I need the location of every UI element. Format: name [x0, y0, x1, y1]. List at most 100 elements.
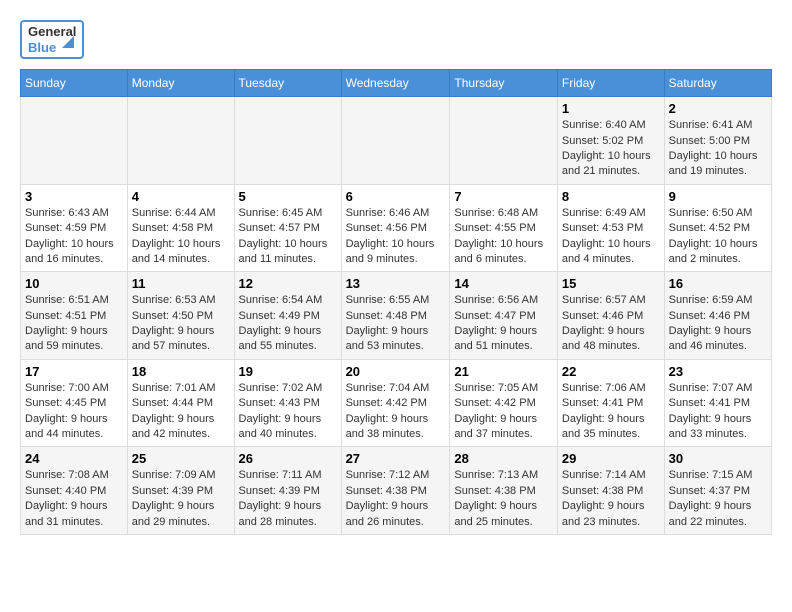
day-number: 1 [562, 101, 660, 116]
day-info: Sunrise: 7:05 AM Sunset: 4:42 PM Dayligh… [454, 381, 553, 443]
day-number: 14 [454, 276, 553, 291]
day-info: Sunrise: 7:00 AM Sunset: 4:45 PM Dayligh… [25, 381, 123, 443]
day-info: Sunrise: 7:13 AM Sunset: 4:38 PM Dayligh… [454, 468, 553, 530]
day-info: Sunrise: 6:53 AM Sunset: 4:50 PM Dayligh… [132, 293, 230, 355]
calendar-cell: 3 Sunrise: 6:43 AM Sunset: 4:59 PM Daylig… [21, 184, 128, 272]
day-number: 16 [669, 276, 767, 291]
day-info: Sunrise: 7:09 AM Sunset: 4:39 PM Dayligh… [132, 468, 230, 530]
day-info: Sunrise: 7:14 AM Sunset: 4:38 PM Dayligh… [562, 468, 660, 530]
weekday-header: Friday [557, 70, 664, 97]
day-number: 5 [239, 189, 337, 204]
day-number: 12 [239, 276, 337, 291]
calendar-cell: 22Sunrise: 7:06 AM Sunset: 4:41 PM Dayli… [557, 359, 664, 447]
calendar-cell: 28Sunrise: 7:13 AM Sunset: 4:38 PM Dayli… [450, 447, 558, 535]
day-info: Sunrise: 7:06 AM Sunset: 4:41 PM Dayligh… [562, 381, 660, 443]
day-info: Sunrise: 7:15 AM Sunset: 4:37 PM Dayligh… [669, 468, 767, 530]
day-info: Sunrise: 7:04 AM Sunset: 4:42 PM Dayligh… [346, 381, 446, 443]
calendar-cell: 23 Sunrise: 7:07 AM Sunset: 4:41 PM Dayli… [664, 359, 771, 447]
weekday-header: Thursday [450, 70, 558, 97]
calendar-cell: 14 Sunrise: 6:56 AM Sunset: 4:47 PM Dayli… [450, 272, 558, 360]
calendar-week: 17 Sunrise: 7:00 AM Sunset: 4:45 PM Dayli… [21, 359, 772, 447]
day-info: Sunrise: 6:45 AM Sunset: 4:57 PM Dayligh… [239, 206, 337, 268]
calendar-cell: 27 Sunrise: 7:12 AM Sunset: 4:38 PM Dayli… [341, 447, 450, 535]
day-number: 9 [669, 189, 767, 204]
calendar-cell: 30 Sunrise: 7:15 AM Sunset: 4:37 PM Dayli… [664, 447, 771, 535]
day-info: Sunrise: 7:12 AM Sunset: 4:38 PM Dayligh… [346, 468, 446, 530]
day-number: 26 [239, 451, 337, 466]
calendar-cell: 21 Sunrise: 7:05 AM Sunset: 4:42 PM Dayli… [450, 359, 558, 447]
weekday-header: Wednesday [341, 70, 450, 97]
calendar-header: SundayMondayTuesdayWednesdayThursdayFrid… [21, 70, 772, 97]
calendar-week: 1 Sunrise: 6:40 AM Sunset: 5:02 PM Daylig… [21, 97, 772, 185]
calendar-week: 3 Sunrise: 6:43 AM Sunset: 4:59 PM Daylig… [21, 184, 772, 272]
day-info: Sunrise: 6:43 AM Sunset: 4:59 PM Dayligh… [25, 206, 123, 268]
day-number: 6 [346, 189, 446, 204]
calendar-week: 24 Sunrise: 7:08 AM Sunset: 4:40 PM Dayli… [21, 447, 772, 535]
day-info: Sunrise: 6:48 AM Sunset: 4:55 PM Dayligh… [454, 206, 553, 268]
day-number: 19 [239, 364, 337, 379]
calendar-cell: 9 Sunrise: 6:50 AM Sunset: 4:52 PM Daylig… [664, 184, 771, 272]
day-number: 15 [562, 276, 660, 291]
calendar-cell [21, 97, 128, 185]
logo: GeneralBlue [20, 20, 84, 59]
calendar-cell: 7 Sunrise: 6:48 AM Sunset: 4:55 PM Daylig… [450, 184, 558, 272]
day-number: 7 [454, 189, 553, 204]
calendar-cell: 4Sunrise: 6:44 AM Sunset: 4:58 PM Daylig… [127, 184, 234, 272]
day-info: Sunrise: 6:56 AM Sunset: 4:47 PM Dayligh… [454, 293, 553, 355]
calendar-cell: 8 Sunrise: 6:49 AM Sunset: 4:53 PM Daylig… [557, 184, 664, 272]
calendar-cell: 13Sunrise: 6:55 AM Sunset: 4:48 PM Dayli… [341, 272, 450, 360]
day-number: 30 [669, 451, 767, 466]
calendar-cell: 12 Sunrise: 6:54 AM Sunset: 4:49 PM Dayli… [234, 272, 341, 360]
calendar-cell: 17 Sunrise: 7:00 AM Sunset: 4:45 PM Dayli… [21, 359, 128, 447]
calendar-cell: 11 Sunrise: 6:53 AM Sunset: 4:50 PM Dayli… [127, 272, 234, 360]
day-number: 8 [562, 189, 660, 204]
day-info: Sunrise: 6:51 AM Sunset: 4:51 PM Dayligh… [25, 293, 123, 355]
day-info: Sunrise: 6:49 AM Sunset: 4:53 PM Dayligh… [562, 206, 660, 268]
weekday-header: Monday [127, 70, 234, 97]
day-number: 29 [562, 451, 660, 466]
day-info: Sunrise: 7:08 AM Sunset: 4:40 PM Dayligh… [25, 468, 123, 530]
calendar-cell: 15 Sunrise: 6:57 AM Sunset: 4:46 PM Dayli… [557, 272, 664, 360]
day-info: Sunrise: 7:11 AM Sunset: 4:39 PM Dayligh… [239, 468, 337, 530]
day-info: Sunrise: 6:40 AM Sunset: 5:02 PM Dayligh… [562, 118, 660, 180]
day-info: Sunrise: 6:54 AM Sunset: 4:49 PM Dayligh… [239, 293, 337, 355]
day-info: Sunrise: 6:50 AM Sunset: 4:52 PM Dayligh… [669, 206, 767, 268]
day-info: Sunrise: 6:46 AM Sunset: 4:56 PM Dayligh… [346, 206, 446, 268]
day-info: Sunrise: 6:57 AM Sunset: 4:46 PM Dayligh… [562, 293, 660, 355]
day-number: 20 [346, 364, 446, 379]
day-number: 11 [132, 276, 230, 291]
calendar-cell [341, 97, 450, 185]
calendar-cell: 2Sunrise: 6:41 AM Sunset: 5:00 PM Daylig… [664, 97, 771, 185]
calendar-cell: 26 Sunrise: 7:11 AM Sunset: 4:39 PM Dayli… [234, 447, 341, 535]
calendar-cell: 29 Sunrise: 7:14 AM Sunset: 4:38 PM Dayli… [557, 447, 664, 535]
calendar-cell [450, 97, 558, 185]
calendar-week: 10 Sunrise: 6:51 AM Sunset: 4:51 PM Dayli… [21, 272, 772, 360]
calendar-cell: 20 Sunrise: 7:04 AM Sunset: 4:42 PM Dayli… [341, 359, 450, 447]
day-number: 18 [132, 364, 230, 379]
calendar-cell: 24 Sunrise: 7:08 AM Sunset: 4:40 PM Dayli… [21, 447, 128, 535]
calendar-cell: 5 Sunrise: 6:45 AM Sunset: 4:57 PM Daylig… [234, 184, 341, 272]
day-info: Sunrise: 6:55 AM Sunset: 4:48 PM Dayligh… [346, 293, 446, 355]
calendar-body: 1 Sunrise: 6:40 AM Sunset: 5:02 PM Daylig… [21, 97, 772, 535]
weekday-header: Tuesday [234, 70, 341, 97]
day-number: 10 [25, 276, 123, 291]
day-info: Sunrise: 7:07 AM Sunset: 4:41 PM Dayligh… [669, 381, 767, 443]
day-number: 23 [669, 364, 767, 379]
calendar-cell: 1 Sunrise: 6:40 AM Sunset: 5:02 PM Daylig… [557, 97, 664, 185]
day-info: Sunrise: 7:01 AM Sunset: 4:44 PM Dayligh… [132, 381, 230, 443]
day-number: 3 [25, 189, 123, 204]
calendar-cell: 18 Sunrise: 7:01 AM Sunset: 4:44 PM Dayli… [127, 359, 234, 447]
day-number: 2 [669, 101, 767, 116]
calendar-cell: 10 Sunrise: 6:51 AM Sunset: 4:51 PM Dayli… [21, 272, 128, 360]
day-info: Sunrise: 6:59 AM Sunset: 4:46 PM Dayligh… [669, 293, 767, 355]
day-number: 27 [346, 451, 446, 466]
day-number: 17 [25, 364, 123, 379]
calendar-cell [234, 97, 341, 185]
page-header: GeneralBlue [20, 20, 772, 59]
calendar-table: SundayMondayTuesdayWednesdayThursdayFrid… [20, 69, 772, 535]
day-number: 21 [454, 364, 553, 379]
logo-graphic: GeneralBlue [20, 20, 84, 59]
day-number: 24 [25, 451, 123, 466]
calendar-cell: 25Sunrise: 7:09 AM Sunset: 4:39 PM Dayli… [127, 447, 234, 535]
calendar-cell: 6 Sunrise: 6:46 AM Sunset: 4:56 PM Daylig… [341, 184, 450, 272]
